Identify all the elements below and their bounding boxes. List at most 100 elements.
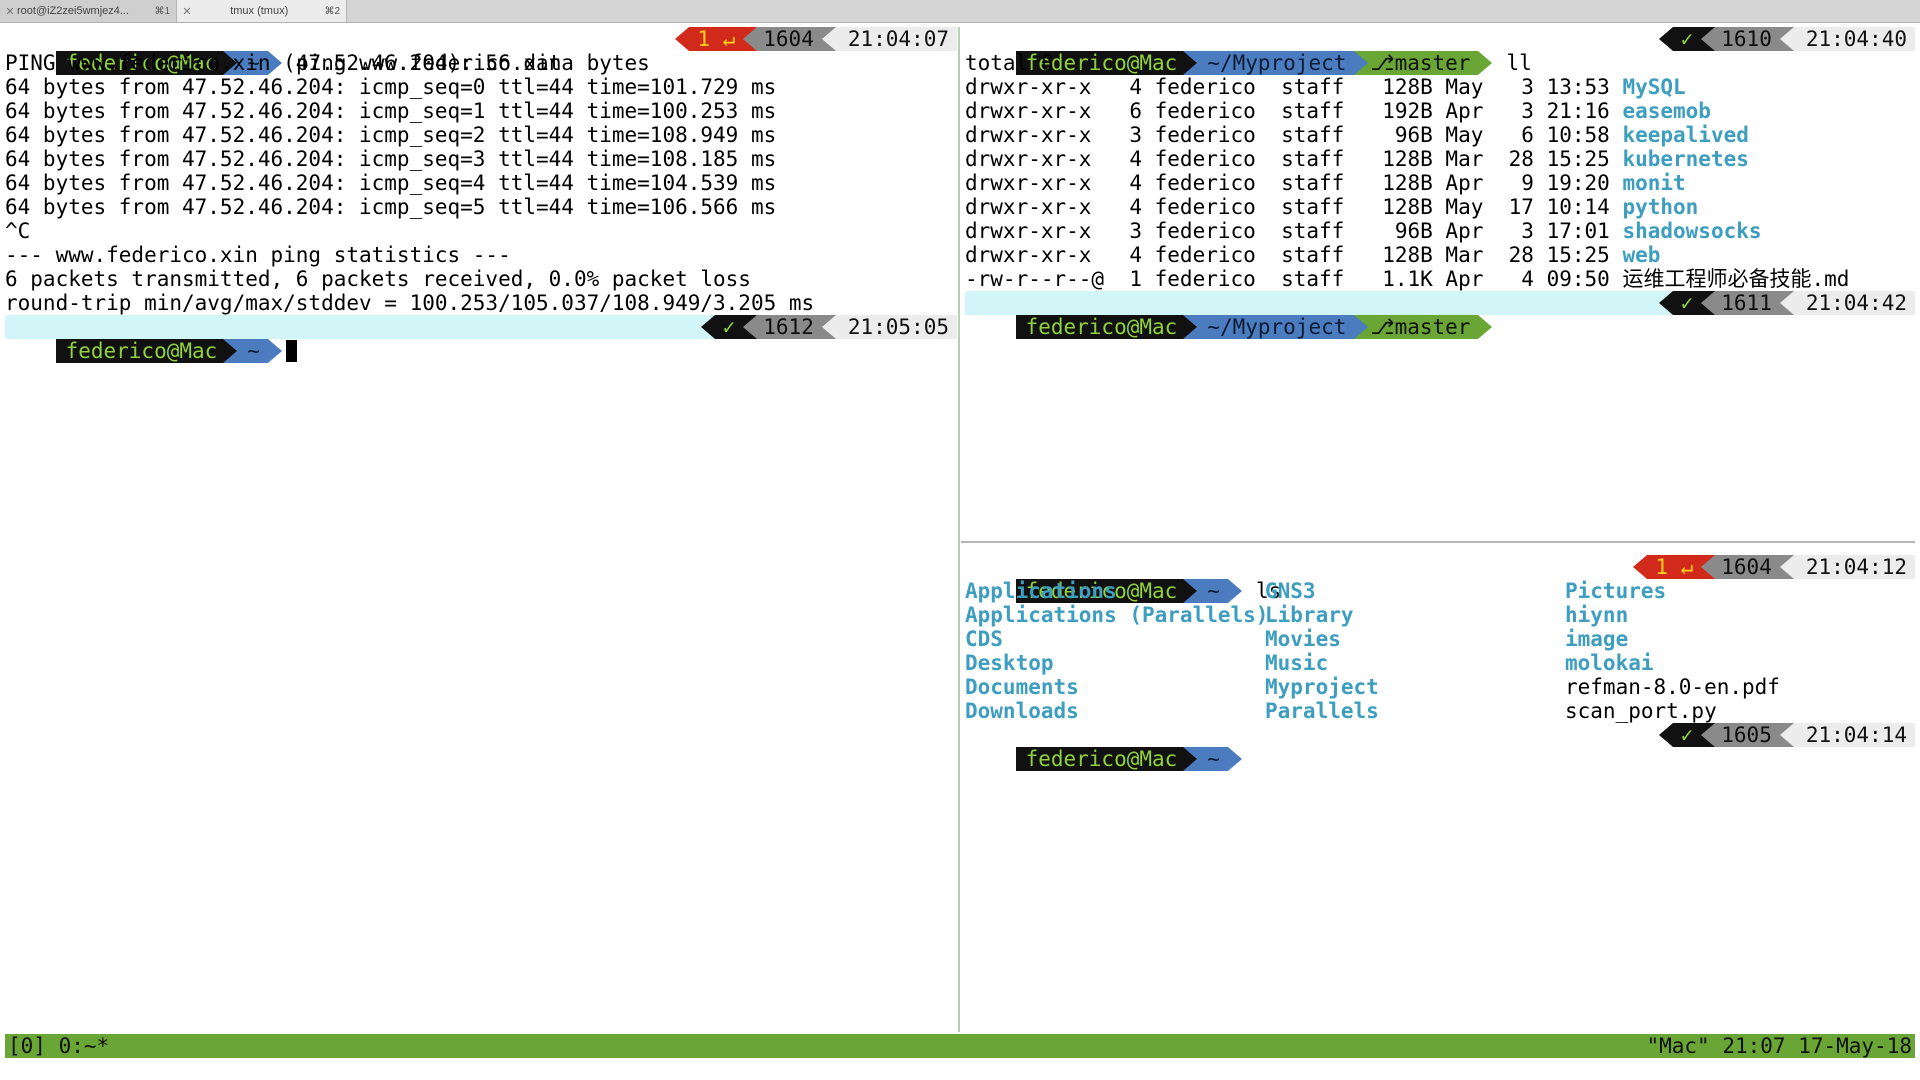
prompt-user: federico@Mac <box>1015 747 1184 771</box>
output-line: 64 bytes from 47.52.46.204: icmp_seq=4 t… <box>5 171 777 195</box>
tmux-pane-top-right[interactable]: federico@Mac ~/Myproject ⎇master ll ✓ 1610 21… <box>965 27 1915 537</box>
segment-separator-icon <box>1701 723 1716 747</box>
prompt-line-current[interactable]: federico@Mac ~ ✓ 1612 21:05:05 <box>5 315 957 363</box>
ll-total: total 8 <box>965 51 1054 75</box>
prompt-line-current[interactable]: federico@Mac ~/Myproject ⎇master ✓ 1611 21:0… <box>965 291 1915 339</box>
history-number: 1612 <box>757 315 822 339</box>
ls-entry: Library <box>1265 603 1354 627</box>
exit-status-ok-icon: ✓ <box>1672 27 1702 51</box>
output-line: PING www.federico.xin (47.52.46.204): 56… <box>5 51 650 75</box>
pane-divider-horizontal[interactable] <box>961 541 1915 543</box>
history-number: 1604 <box>1715 555 1780 579</box>
ll-row-name: MySQL <box>1622 75 1686 99</box>
ls-entry: Documents <box>965 675 1079 699</box>
ll-row: drwxr-xr-x 6 federico staff 192B Apr 3 2… <box>965 99 1915 123</box>
ls-column: Applications Applications (Parallels) CD… <box>965 579 1268 723</box>
tab-shortcut: ⌘2 <box>324 5 340 17</box>
segment-separator-icon <box>1779 555 1794 579</box>
close-tab-icon[interactable]: ✕ <box>180 5 194 18</box>
ll-row: drwxr-xr-x 3 federico staff 96B May 6 10… <box>965 123 1915 147</box>
history-number: 1611 <box>1715 291 1780 315</box>
terminal-cursor[interactable] <box>285 340 297 362</box>
tab-bar: ✕ root@iZ2zei5wmjez4... ⌘1 ✕ tmux (tmux)… <box>0 0 1920 23</box>
ping-output: PING www.federico.xin (47.52.46.204): 56… <box>5 51 957 315</box>
prompt-right-segments: ✓ 1605 21:04:14 <box>1658 723 1915 747</box>
prompt-time: 21:04:12 <box>1793 555 1915 579</box>
output-line: round-trip min/avg/max/stddev = 100.253/… <box>5 291 815 315</box>
prompt-dir: ~ <box>237 339 268 363</box>
prompt-right-segments: ✓ 1611 21:04:42 <box>1658 291 1915 315</box>
ll-row: drwxr-xr-x 3 federico staff 96B Apr 3 17… <box>965 219 1915 243</box>
ll-row-meta: drwxr-xr-x 4 federico staff 128B May 17 … <box>965 195 1623 219</box>
segment-separator-icon <box>821 315 836 339</box>
prompt-right-segments: 1 ↵ 1604 21:04:07 <box>675 27 957 51</box>
history-number: 1604 <box>757 27 822 51</box>
ls-column: Pictures hiynn image molokai refman-8.0-… <box>1565 579 1780 723</box>
ll-row-name: monit <box>1622 171 1686 195</box>
output-line: ^C <box>5 219 31 243</box>
prompt-line: federico@Mac ~ ls 1 ↵ 1604 21:04:12 <box>965 555 1915 603</box>
ll-row-meta: drwxr-xr-x 4 federico staff 128B Mar 28 … <box>965 243 1623 267</box>
ls-entry: GNS3 <box>1265 579 1316 603</box>
ls-entry: Pictures <box>1565 579 1667 603</box>
ls-entry: Myproject <box>1265 675 1379 699</box>
tab-ssh[interactable]: ✕ root@iZ2zei5wmjez4... ⌘1 <box>0 0 177 22</box>
prompt-separator-icon <box>1183 747 1198 771</box>
close-tab-icon[interactable]: ✕ <box>3 5 17 18</box>
prompt-separator-icon <box>1183 315 1198 339</box>
ll-row-meta: -rw-r--r--@ 1 federico staff 1.1K Apr 4 … <box>965 267 1623 291</box>
prompt-time: 21:04:42 <box>1793 291 1915 315</box>
tab-shortcut: ⌘1 <box>154 5 170 17</box>
git-branch-icon: ⎇ <box>1370 315 1395 339</box>
output-line: --- www.federico.xin ping statistics --- <box>5 243 511 267</box>
pane-divider-vertical[interactable] <box>958 27 960 1032</box>
prompt-user: federico@Mac <box>1015 315 1184 339</box>
tmux-host-clock: "Mac" 21:07 17-May-18 <box>1646 1034 1912 1058</box>
prompt-line-current[interactable]: federico@Mac ~ ✓ 1605 21:04:14 <box>965 723 1915 771</box>
segment-separator-icon <box>1658 723 1673 747</box>
segment-separator-icon <box>743 27 758 51</box>
tab-bar-empty <box>347 0 1920 22</box>
ll-row-name: python <box>1622 195 1699 219</box>
ll-row-name: easemob <box>1622 99 1711 123</box>
tab-tmux[interactable]: ✕ tmux (tmux) ⌘2 <box>177 0 347 22</box>
ll-row-meta: drwxr-xr-x 4 federico staff 128B May 3 1… <box>965 75 1623 99</box>
segment-separator-icon <box>821 27 836 51</box>
segment-separator-icon <box>1633 555 1648 579</box>
ls-entry: Applications <box>965 579 1117 603</box>
ls-entry: CDS <box>965 627 1003 651</box>
ls-entry: Desktop <box>965 651 1054 675</box>
prompt-time: 21:04:14 <box>1793 723 1915 747</box>
ls-entry: Parallels <box>1265 699 1379 723</box>
prompt-right-segments: 1 ↵ 1604 21:04:12 <box>1633 555 1915 579</box>
git-branch-name: master <box>1394 315 1471 339</box>
segment-separator-icon <box>1779 291 1794 315</box>
prompt-separator-icon <box>1478 315 1493 339</box>
exit-status-badge: 1 ↵ <box>689 27 744 51</box>
prompt-dir: ~ <box>1197 747 1228 771</box>
ll-row-meta: drwxr-xr-x 3 federico staff 96B May 6 10… <box>965 123 1623 147</box>
output-line: 64 bytes from 47.52.46.204: icmp_seq=2 t… <box>5 123 777 147</box>
ll-row-name: keepalived <box>1622 123 1749 147</box>
output-line: 64 bytes from 47.52.46.204: icmp_seq=3 t… <box>5 147 777 171</box>
ll-row: drwxr-xr-x 4 federico staff 128B May 3 1… <box>965 75 1915 99</box>
prompt-user: federico@Mac <box>55 339 224 363</box>
tmux-pane-bottom-right[interactable]: federico@Mac ~ ls 1 ↵ 1604 21:04:12 Applicat… <box>965 555 1915 1032</box>
ls-entry: molokai <box>1565 651 1654 675</box>
git-branch: ⎇master <box>1368 315 1479 339</box>
ll-row-meta: drwxr-xr-x 4 federico staff 128B Mar 28 … <box>965 147 1623 171</box>
prompt-time: 21:05:05 <box>835 315 957 339</box>
tmux-pane-left[interactable]: federico@Mac ~ ping www.federico.xin 1 ↵ 16… <box>5 27 957 1032</box>
ll-row-meta: drwxr-xr-x 6 federico staff 192B Apr 3 2… <box>965 99 1623 123</box>
ll-row: drwxr-xr-x 4 federico staff 128B May 17 … <box>965 195 1915 219</box>
segment-separator-icon <box>1701 27 1716 51</box>
output-line: 64 bytes from 47.52.46.204: icmp_seq=5 t… <box>5 195 777 219</box>
segment-separator-icon <box>1658 291 1673 315</box>
tmux-window-list[interactable]: [0] 0:~* <box>8 1034 109 1058</box>
ll-row-meta: drwxr-xr-x 4 federico staff 128B Apr 9 1… <box>965 171 1623 195</box>
segment-separator-icon <box>1779 27 1794 51</box>
ll-row-meta: drwxr-xr-x 3 federico staff 96B Apr 3 17… <box>965 219 1623 243</box>
ls-output: Applications Applications (Parallels) CD… <box>965 579 1915 723</box>
prompt-line: federico@Mac ~/Myproject ⎇master ll ✓ 1610 21… <box>965 27 1915 75</box>
ll-row-name: web <box>1622 243 1661 267</box>
